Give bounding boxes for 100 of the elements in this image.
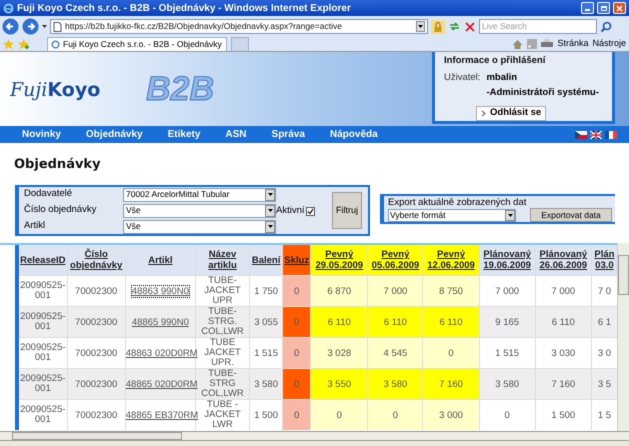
table-cell: 0	[448, 348, 454, 358]
table-cell: 7 000	[384, 286, 408, 296]
dropdown-icon[interactable]	[418, 25, 423, 28]
login-title: Informace o přihlášení	[444, 54, 547, 68]
close-icon	[616, 4, 623, 12]
nav-link[interactable]: Nápověda	[330, 127, 378, 142]
chevron-icon	[481, 110, 486, 117]
table-cell-text: TUBE-STRG. COL,LWR	[200, 306, 245, 336]
format-select[interactable]: Vyberte formát	[388, 208, 516, 222]
table-cell: 7 0	[598, 286, 612, 296]
table-cell: 3 5	[598, 378, 612, 390]
lock-icon[interactable]	[431, 20, 445, 34]
refresh-icon[interactable]	[448, 20, 461, 33]
table-cell: 20090525-001	[19, 404, 67, 424]
table-cell: 70002300	[75, 348, 118, 358]
table-cell: 3 000	[439, 410, 463, 420]
filter-button[interactable]: Filtruj	[332, 192, 362, 229]
table-cell: 6 110	[552, 316, 575, 328]
table-cell: 1 5	[598, 410, 612, 420]
back-button[interactable]	[2, 18, 19, 35]
table-cell: 1 750	[254, 286, 278, 296]
browser-icon	[3, 2, 14, 14]
horizontal-scrollbar[interactable]	[0, 431, 629, 440]
table-cell: 3 580	[495, 378, 520, 390]
table-cell: 6 110	[328, 316, 351, 328]
table-cell: 6 870	[327, 286, 352, 296]
table-cell: 7 160	[551, 378, 576, 390]
browser-tab[interactable]: Fuji Koyo Czech s.r.o. - B2B - Objednávky	[47, 37, 227, 51]
table-cell: 8 750	[439, 286, 463, 296]
france-flag-icon[interactable]	[605, 130, 617, 138]
table-cell: 3 550	[327, 378, 352, 390]
nav-link[interactable]: Správa	[272, 127, 305, 142]
table-cell: 70002300	[75, 316, 118, 328]
table-cell: 3 580	[384, 378, 408, 390]
user-label: Uživatel:	[444, 71, 480, 86]
window-title: Fuji Koyo Czech s.r.o. - B2B - Objednávky - Windows Internet Explorer	[17, 2, 351, 16]
b2b-title: B2B	[146, 69, 214, 110]
nav-link[interactable]: Objednávky	[86, 127, 143, 142]
home-icon[interactable]	[512, 38, 524, 50]
table-cell: 6 110	[384, 316, 407, 328]
vertical-scrollbar[interactable]	[617, 243, 629, 431]
filter-label: Artikl	[24, 219, 46, 234]
table-cell: 7 160	[439, 378, 463, 390]
user-name: mbalin	[486, 71, 518, 86]
star-icon[interactable]	[3, 38, 14, 50]
export-button[interactable]: Exportovat data	[530, 208, 612, 222]
dropdown-icon	[268, 225, 272, 228]
article-link[interactable]: 48863 020D0RM	[126, 348, 198, 358]
search-icon[interactable]	[600, 20, 612, 32]
dropdown-icon	[508, 214, 512, 216]
filter-label: Dodavatelé	[24, 187, 74, 202]
filter-label: Číslo objednávky	[24, 203, 98, 218]
page-title: Objednávky	[14, 156, 101, 174]
tools-menu[interactable]: Nástroje	[592, 37, 626, 51]
nav-link[interactable]: ASN	[225, 127, 247, 142]
logout-button[interactable]: Odhlásit se	[476, 106, 546, 121]
stop-icon[interactable]	[464, 20, 476, 32]
forward-button[interactable]	[22, 18, 39, 35]
table-cell: 0	[294, 286, 300, 296]
czech-flag-icon[interactable]	[575, 130, 587, 138]
table-cell: 20090525-001	[19, 312, 67, 332]
table-cell: 0	[392, 410, 398, 420]
table-cell: 1 500	[254, 410, 278, 420]
table-cell: 0	[294, 410, 300, 420]
minimize-button[interactable]	[581, 2, 594, 14]
filter-select[interactable]: Vše	[123, 220, 276, 234]
article-link[interactable]: 48863 990N0	[132, 286, 189, 296]
table-cell-text: TUBE JACKET UPR.	[203, 338, 242, 368]
table-cell-text: TUBE - JACKET LWR	[203, 400, 242, 430]
address-field[interactable]: https://b2b.fujikko-fkc.cz/B2B/Objednavky/Objednavky.aspx?range=active	[50, 19, 428, 34]
print-icon[interactable]	[541, 39, 554, 49]
dropdown-icon	[268, 209, 272, 212]
table-cell-text: TUBE-JACKET UPR	[203, 276, 242, 306]
uk-flag-icon[interactable]	[590, 130, 602, 138]
filter-select[interactable]: 70002 ArcelorMittal Tubular	[123, 188, 276, 202]
table-cell: 0	[294, 316, 300, 328]
article-link[interactable]: 48865 020D0RM	[126, 378, 198, 390]
nav-link[interactable]: Novinky	[22, 127, 61, 142]
maximize-button[interactable]	[597, 2, 610, 14]
article-link[interactable]: 48865 EB370RM	[126, 410, 198, 420]
close-button[interactable]	[613, 2, 626, 14]
table-cell: 1 515	[495, 348, 520, 358]
table-cell: 7 000	[551, 286, 576, 296]
dropdown-icon[interactable]	[42, 25, 47, 28]
browser-icon	[51, 40, 60, 49]
table-cell: 20090525-001	[19, 342, 67, 362]
user-role: -Administrátoři systému-	[486, 86, 599, 100]
nav-link[interactable]: Etikety	[168, 127, 200, 142]
table-cell: 70002300	[75, 378, 118, 390]
table-cell: 3 580	[254, 378, 278, 390]
table-cell-text: TUBE-STRG COL,LWR	[200, 368, 245, 398]
table-cell: 0	[504, 410, 510, 420]
table-cell: 1 515	[254, 348, 278, 358]
table-cell: 3 055	[254, 316, 278, 328]
page-menu[interactable]: Stránka	[557, 37, 588, 51]
active-checkbox[interactable]	[306, 206, 315, 216]
table-cell: 7 000	[495, 286, 520, 296]
filter-select[interactable]: Vše	[123, 204, 276, 218]
table-cell: 0	[294, 348, 300, 358]
add-favorite-icon[interactable]	[18, 38, 29, 50]
